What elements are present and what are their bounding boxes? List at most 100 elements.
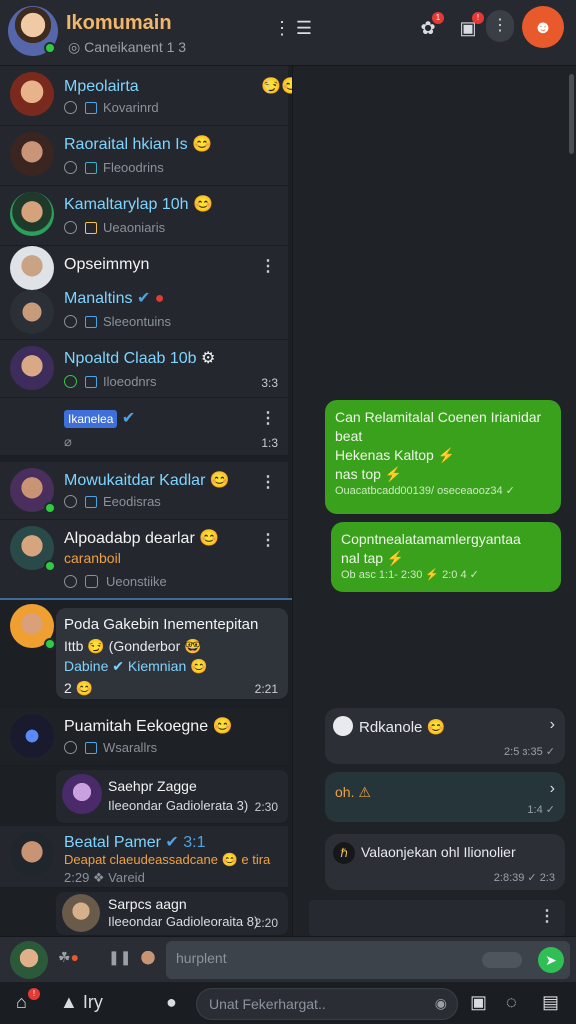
divider	[0, 598, 292, 600]
contact-avatar	[10, 832, 54, 876]
search-input[interactable]: Unat Fekerhargat..	[209, 996, 326, 1012]
message-meta: Ouacatbcadd00139/ oseceaooz34 ✓	[335, 485, 515, 497]
message-bubble-incoming[interactable]: ℏ Valaonjekan ohl Ilionolier 2:8:39 ✓ 2:…	[325, 834, 565, 890]
message-bubble-incoming[interactable]: oh. ⚠ › 1:4 ✓	[325, 772, 565, 822]
chat-preview: Wsarallrs	[64, 740, 157, 755]
chat-preview: Ileeondar Gadioleoraita 8)	[108, 914, 259, 929]
chat-name: Raoraital hkian Is 😊	[64, 136, 212, 153]
message-input-area[interactable]: hurplent ➤	[166, 941, 570, 979]
chat-name: Saehpr Zagge	[108, 778, 197, 794]
emoji-icon[interactable]: ☘●	[58, 949, 79, 966]
chat-line: Ittb 😏 (Gonderbor 🤓	[64, 638, 202, 654]
contact-avatar[interactable]	[134, 945, 162, 973]
chat-line: Dabine ✔ Kiemnian 😊	[64, 658, 208, 674]
user-avatar[interactable]	[8, 6, 58, 56]
send-button[interactable]: ➤	[538, 947, 564, 973]
chat-item[interactable]: Puamitah Eekoegne 😊 Wsarallrs	[0, 708, 288, 766]
chat-more-icon[interactable]: ⋮	[260, 408, 276, 428]
chat-subtitle: Deapat claeudeassadcane 😊 e tira	[64, 852, 271, 867]
online-status-icon	[44, 42, 56, 54]
chat-more-icon[interactable]: ⋮	[260, 530, 276, 550]
chat-item[interactable]: Beatal Pamer ✔ 3:1 Deapat claeudeassadca…	[0, 826, 288, 888]
chat-item[interactable]: Saehpr Zagge Ileeondar Gadiolerata 3) 2:…	[56, 770, 288, 824]
chat-subtitle: caranboil	[64, 550, 121, 566]
chat-item[interactable]: Npoaltd Claab 10b ⚙ Iloeodnrs 3:3	[0, 340, 288, 398]
contact-avatar	[10, 72, 54, 116]
message-bubble-outgoing[interactable]: Can Relamitalal Coenen Irianidar beat He…	[325, 400, 561, 514]
message-text: nas top ⚡	[335, 466, 403, 482]
chat-time: 2:21	[254, 682, 278, 696]
chat-item[interactable]: Ikanelea ✔ ⋮ ⌀ 1:3	[0, 398, 288, 456]
chat-preview: Fleoodrins	[64, 160, 164, 175]
nav-tab-label[interactable]: ▲ Iry	[60, 992, 103, 1013]
chat-more-icon[interactable]: ⋮	[260, 76, 276, 96]
contact-avatar	[10, 132, 54, 176]
message-more-icon[interactable]: ⋮	[539, 906, 555, 926]
message-meta: Ob asc 1:1- 2:30 ⚡ 2:0 4 ✓	[341, 569, 479, 581]
chat-time: 2:30	[254, 800, 278, 814]
contact-avatar	[62, 774, 102, 814]
chat-bubble-icon[interactable]: ●	[166, 992, 177, 1013]
chat-item[interactable]: Alpoadabp dearlar 😊 caranboil Ueonstiike…	[0, 520, 288, 600]
chat-name: Manaltins ✔ ●	[64, 290, 165, 307]
chat-item[interactable]: Opseimmyn ⋮ Manaltins ✔ ● Sleeontuins	[0, 246, 288, 340]
profile-button[interactable]: ☻	[522, 6, 564, 48]
media-icon[interactable]: ▣!	[454, 12, 484, 42]
message-text: nal tap ⚡	[341, 550, 405, 566]
chat-time: 1:3	[261, 436, 278, 450]
home-icon[interactable]: ⌂!	[16, 988, 40, 1013]
chat-item[interactable]: Kamaltarylap 10h 😊 Ueaoniaris	[0, 186, 288, 246]
chat-preview: Sleeontuins	[64, 314, 171, 329]
message-bubble-incoming[interactable]: Rdkanole 😊 › 2:5 ɜ:35 ✓	[325, 708, 565, 764]
format-toggle[interactable]	[482, 952, 522, 968]
chat-item-selected[interactable]: Poda Gakebin Inementepitan Ittb 😏 (Gonde…	[56, 608, 288, 700]
user-avatar[interactable]	[10, 941, 48, 979]
chat-preview: Kovarinrd	[64, 100, 159, 115]
chat-item[interactable]: Sarpcs aagn Ileeondar Gadioleoraita 8) 2…	[56, 892, 288, 936]
header: Ikomumain ◎ Caneikanent 1 3 ⋮ ☰ ✿ 1 ▣! ⋮ …	[0, 0, 576, 66]
chat-preview: ⌀	[64, 434, 72, 449]
message-bubble-incoming[interactable]: ⋮	[309, 900, 565, 936]
scrollbar[interactable]	[569, 74, 574, 154]
menu-button[interactable]: ⋮	[486, 10, 514, 42]
chat-more-icon[interactable]: ⋮	[260, 472, 276, 492]
mic-icon[interactable]: ◉	[435, 995, 447, 1012]
search-bar[interactable]: Unat Fekerhargat.. ◉	[196, 988, 458, 1020]
message-input[interactable]: hurplent	[176, 950, 227, 966]
message-bubble-outgoing[interactable]: Copntnealatamamlergyantaa nal tap ⚡ Ob a…	[331, 522, 561, 592]
pause-icon[interactable]: ❚❚	[108, 949, 131, 966]
chat-item[interactable]: Raoraital hkian Is 😊 Fleoodrins	[0, 126, 288, 186]
chat-name: Puamitah Eekoegne 😊	[64, 718, 233, 735]
chat-preview: 2:29 ❖ Vareid	[64, 870, 145, 885]
chevron-right-icon[interactable]: ›	[550, 780, 555, 798]
puzzle-icon[interactable]: ✿ 1	[414, 12, 444, 42]
chat-time: 3:3	[261, 376, 278, 390]
chat-item[interactable]: Mpeolairta 😏😊 Kovarinrd ⋮	[0, 66, 301, 126]
contact-avatar	[10, 290, 54, 334]
chevron-right-icon[interactable]: ›	[550, 716, 555, 734]
message-text: Copntnealatamamlergyantaa	[341, 531, 521, 547]
bag-icon[interactable]: ▤	[542, 992, 559, 1013]
contact-avatar	[10, 604, 56, 650]
message-text: Valaonjekan ohl Ilionolier	[361, 844, 516, 860]
chat-more-icon[interactable]: ⋮	[260, 256, 276, 276]
gallery-icon[interactable]: ▣	[470, 992, 487, 1013]
app-root: Ikomumain ◎ Caneikanent 1 3 ⋮ ☰ ✿ 1 ▣! ⋮ …	[0, 0, 576, 1024]
message-time: 2:8:39 ✓ 2:3	[493, 872, 555, 884]
chat-preview: Iloeodnrs	[64, 374, 156, 389]
chat-name: Sarpcs aagn	[108, 896, 187, 912]
message-text: Rdkanole 😊	[359, 719, 446, 736]
message-text: beat	[335, 428, 363, 444]
support-icon[interactable]: ◌	[506, 992, 517, 1013]
chat-name: Mowukaitdar Kadlar 😊	[64, 472, 230, 489]
notification-badge: 1	[432, 12, 444, 24]
sender-avatar: ℏ	[333, 842, 355, 864]
list-icon[interactable]: ☰	[290, 14, 318, 42]
contact-avatar	[10, 246, 54, 290]
message-time: 2:5 ɜ:35 ✓	[504, 746, 555, 758]
chat-item[interactable]: Mowukaitdar Kadlar 😊 Eeodisras ⋮	[0, 462, 288, 520]
chat-preview: Ueonstiike	[64, 574, 167, 589]
chat-name: Beatal Pamer ✔ 3:1	[64, 834, 206, 851]
chat-name: Ikanelea ✔	[64, 408, 135, 428]
sender-avatar	[333, 716, 353, 736]
